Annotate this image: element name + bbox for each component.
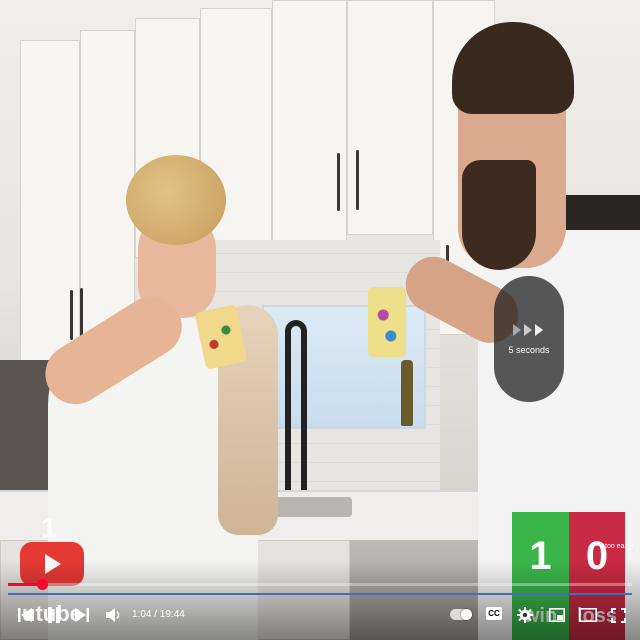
buffer-bar [8,593,632,595]
person-right-beard [462,160,536,270]
previous-icon [18,607,32,623]
progress-bar[interactable] [8,579,632,590]
upper-cabinet [272,0,347,245]
score-note: too easy! [605,543,634,550]
pause-icon [48,607,60,623]
cabinet-handle [356,150,359,210]
faucet [285,320,307,495]
upper-cabinet [347,0,433,235]
controls-gradient [0,560,640,640]
volume-icon [106,607,122,623]
settings-button[interactable] [515,602,535,628]
theater-mode-icon [579,608,597,622]
cabinet-handle [337,153,340,211]
captions-icon[interactable]: CC [486,607,502,620]
badge-number: 1 [41,512,57,543]
fast-forward-icon [513,323,545,339]
autoplay-toggle-knob [461,609,472,620]
next-button[interactable] [73,602,91,628]
seek-label: 5 seconds [508,344,550,355]
theater-mode-button[interactable] [578,602,598,628]
miniplayer-icon [549,608,565,622]
cabinet-handle [70,290,73,340]
fullscreen-button[interactable] [608,602,628,628]
time-display: 1:04 / 19:44 [132,609,185,620]
autoplay-toggle[interactable] [450,609,472,620]
mug-right [368,287,406,357]
previous-button[interactable] [16,602,34,628]
scrubber-handle[interactable] [36,579,48,590]
bottle [401,360,413,426]
seek-forward-overlay: 5 seconds [494,276,564,402]
fullscreen-icon [610,607,626,623]
cabinet-handle [80,288,83,338]
miniplayer-button[interactable] [547,602,567,628]
settings-icon [517,607,533,623]
next-icon [75,607,89,623]
person-left-hair [126,155,226,245]
pause-button[interactable] [44,602,64,628]
volume-button[interactable] [104,602,124,628]
